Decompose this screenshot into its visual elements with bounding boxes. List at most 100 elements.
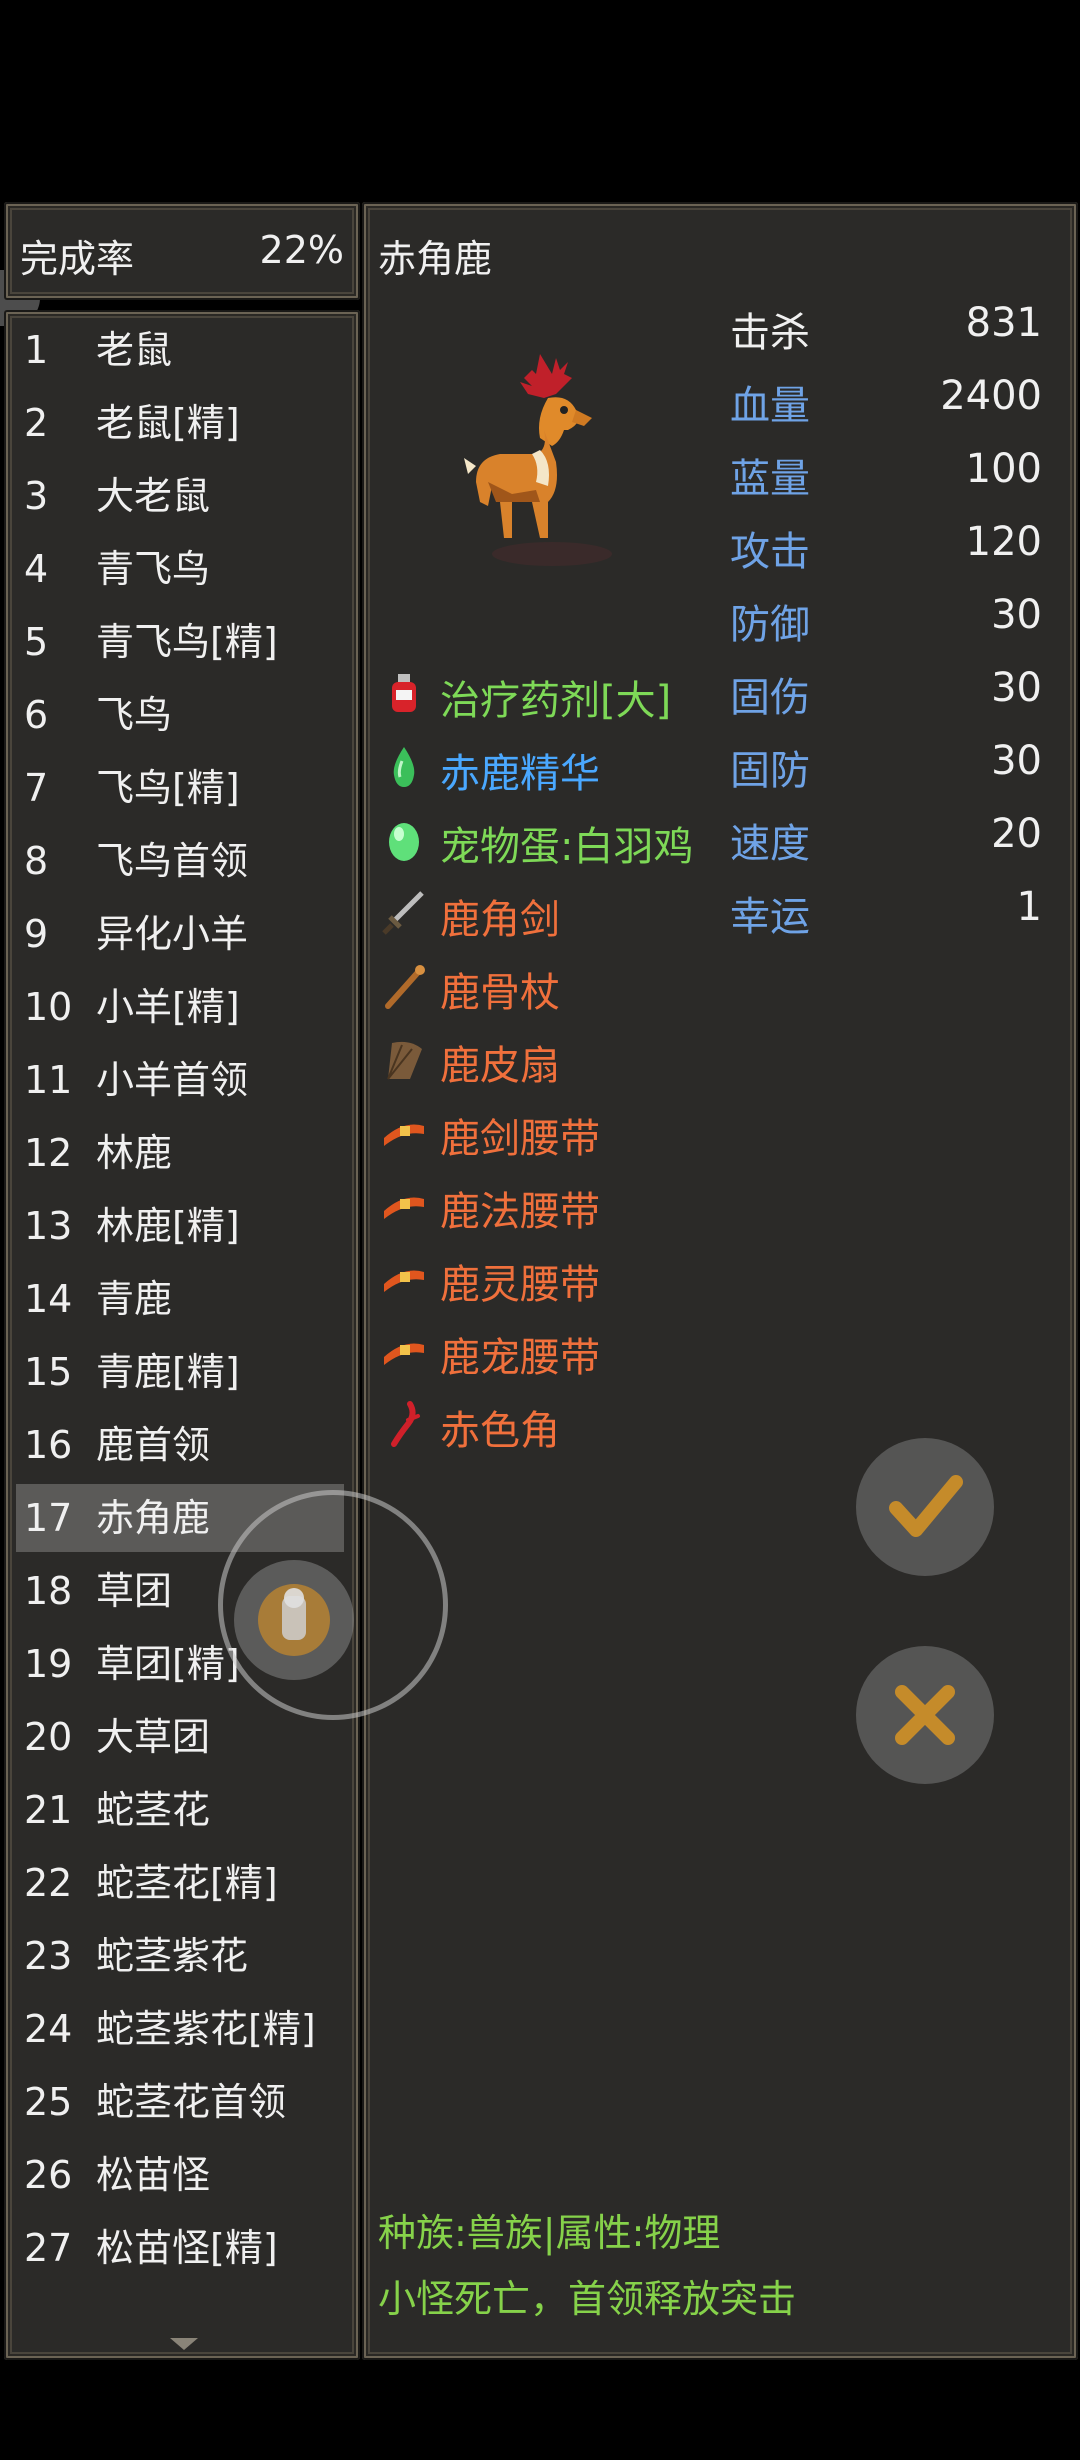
drop-item-name: 治疗药剂[大] (440, 678, 672, 724)
drop-item-name: 鹿剑腰带 (440, 1116, 600, 1162)
confirm-button[interactable] (856, 1438, 994, 1576)
stat-label: 蓝量 (730, 456, 810, 502)
drop-item-name: 鹿角剑 (440, 897, 560, 943)
list-item[interactable]: 14 青鹿 (16, 1265, 344, 1333)
list-item-number: 13 (24, 1204, 73, 1248)
checkmark-icon (889, 1475, 963, 1537)
list-item[interactable]: 27 松苗怪[精] (16, 2214, 344, 2282)
list-item-name: 飞鸟 (96, 693, 173, 737)
list-item-number: 8 (24, 839, 49, 883)
stat-label: 击杀 (730, 310, 810, 356)
list-item[interactable]: 21 蛇茎花 (16, 1776, 344, 1844)
list-item-number: 24 (24, 2007, 73, 2051)
list-item[interactable]: 12 林鹿 (16, 1119, 344, 1187)
stat-value: 30 (991, 592, 1042, 638)
drop-item-name: 宠物蛋:白羽鸡 (440, 824, 694, 870)
list-item[interactable]: 2 老鼠[精] (16, 389, 344, 457)
list-item[interactable]: 11 小羊首领 (16, 1046, 344, 1114)
list-item-name: 蛇茎紫花 (96, 1934, 249, 1978)
list-item-number: 27 (24, 2226, 73, 2270)
stat-label: 固伤 (730, 675, 810, 721)
drop-item-name: 鹿法腰带 (440, 1189, 600, 1235)
list-item-name: 青鹿 (96, 1277, 173, 1321)
list-item-number: 20 (24, 1715, 73, 1759)
staff-icon (380, 962, 428, 1010)
list-item[interactable]: 15 青鹿[精] (16, 1338, 344, 1406)
red-horn-icon (380, 1400, 428, 1448)
list-item-number: 18 (24, 1569, 73, 1613)
fan-icon (380, 1035, 428, 1083)
list-item[interactable]: 5 青飞鸟[精] (16, 608, 344, 676)
list-item[interactable]: 8 飞鸟首领 (16, 827, 344, 895)
monster-list[interactable]: 1 老鼠 2 老鼠[精] 3 大老鼠 4 青飞鸟 5 青飞鸟[精] 6 飞鸟 7 飞鸟[精] 8 飞鸟首领 9 异… (4, 310, 360, 2360)
list-item-name: 异化小羊 (96, 912, 249, 956)
sword-icon (380, 889, 428, 937)
drop-item-name: 赤鹿精华 (440, 751, 600, 797)
belt-icon (380, 1254, 428, 1302)
stat-value: 120 (965, 519, 1042, 565)
list-item-number: 11 (24, 1058, 73, 1102)
list-item-number: 23 (24, 1934, 73, 1978)
list-item[interactable]: 13 林鹿[精] (16, 1192, 344, 1260)
list-item-name: 蛇茎花首领 (96, 2080, 287, 2124)
scroll-down-icon[interactable] (170, 2338, 198, 2350)
list-item-name: 小羊首领 (96, 1058, 249, 1102)
list-item[interactable]: 22 蛇茎花[精] (16, 1849, 344, 1917)
drop-item-name: 鹿皮扇 (440, 1043, 560, 1089)
completion-label: 完成率 (20, 237, 135, 281)
list-item[interactable]: 16 鹿首领 (16, 1411, 344, 1479)
list-item[interactable]: 6 飞鸟 (16, 681, 344, 749)
list-item-name: 松苗怪[精] (96, 2226, 278, 2270)
list-item-name: 蛇茎花[精] (96, 1861, 278, 1905)
list-item[interactable]: 4 青飞鸟 (16, 535, 344, 603)
list-item-number: 26 (24, 2153, 73, 2197)
belt-icon (380, 1108, 428, 1156)
stat-value: 30 (991, 665, 1042, 711)
potion-icon (380, 670, 428, 718)
list-item-name: 大草团 (96, 1715, 211, 1759)
list-item[interactable]: 24 蛇茎紫花[精] (16, 1995, 344, 2063)
list-item-number: 4 (24, 547, 49, 591)
list-item-name: 蛇茎紫花[精] (96, 2007, 316, 2051)
list-item-number: 2 (24, 401, 49, 445)
stat-value: 30 (991, 738, 1042, 784)
list-item-number: 10 (24, 985, 73, 1029)
list-item-number: 7 (24, 766, 49, 810)
stat-value: 1 (1016, 884, 1042, 930)
monster-detail-panel: 赤角鹿 击杀 831 血量 2400 蓝量 100 攻击 120 防御 30 固伤 30 固防 30 速度 2… (362, 202, 1078, 2360)
skill-description-text: 小怪死亡，首领释放突击 (378, 2277, 797, 2321)
list-item-name: 飞鸟[精] (96, 766, 240, 810)
list-item[interactable]: 23 蛇茎紫花 (16, 1922, 344, 1990)
belt-icon (380, 1181, 428, 1229)
joystick-knob[interactable] (234, 1560, 354, 1680)
list-item-number: 9 (24, 912, 49, 956)
list-item-number: 19 (24, 1642, 73, 1686)
list-item-name: 鹿首领 (96, 1423, 211, 1467)
list-item-number: 15 (24, 1350, 73, 1394)
list-item[interactable]: 3 大老鼠 (16, 462, 344, 530)
stat-label: 固防 (730, 748, 810, 794)
list-item[interactable]: 25 蛇茎花首领 (16, 2068, 344, 2136)
list-item[interactable]: 10 小羊[精] (16, 973, 344, 1041)
list-item-name: 飞鸟首领 (96, 839, 249, 883)
list-item-name: 蛇茎花 (96, 1788, 211, 1832)
list-item-number: 16 (24, 1423, 73, 1467)
stat-label: 幸运 (730, 894, 810, 940)
drop-item-name: 鹿宠腰带 (440, 1335, 600, 1381)
list-item[interactable]: 1 老鼠 (16, 316, 344, 384)
list-item-number: 21 (24, 1788, 73, 1832)
stat-value: 20 (991, 811, 1042, 857)
list-item[interactable]: 7 飞鸟[精] (16, 754, 344, 822)
stat-value: 2400 (940, 373, 1042, 419)
list-item-name: 草团[精] (96, 1642, 240, 1686)
list-item-name: 林鹿 (96, 1131, 173, 1175)
list-item[interactable]: 26 松苗怪 (16, 2141, 344, 2209)
cancel-button[interactable] (856, 1646, 994, 1784)
list-item-name: 赤角鹿 (96, 1496, 211, 1540)
monster-name: 赤角鹿 (378, 237, 493, 281)
list-item[interactable]: 9 异化小羊 (16, 900, 344, 968)
list-item-name: 老鼠 (96, 328, 173, 372)
list-item-number: 1 (24, 328, 49, 372)
list-item-name: 草团 (96, 1569, 173, 1613)
belt-icon (380, 1327, 428, 1375)
